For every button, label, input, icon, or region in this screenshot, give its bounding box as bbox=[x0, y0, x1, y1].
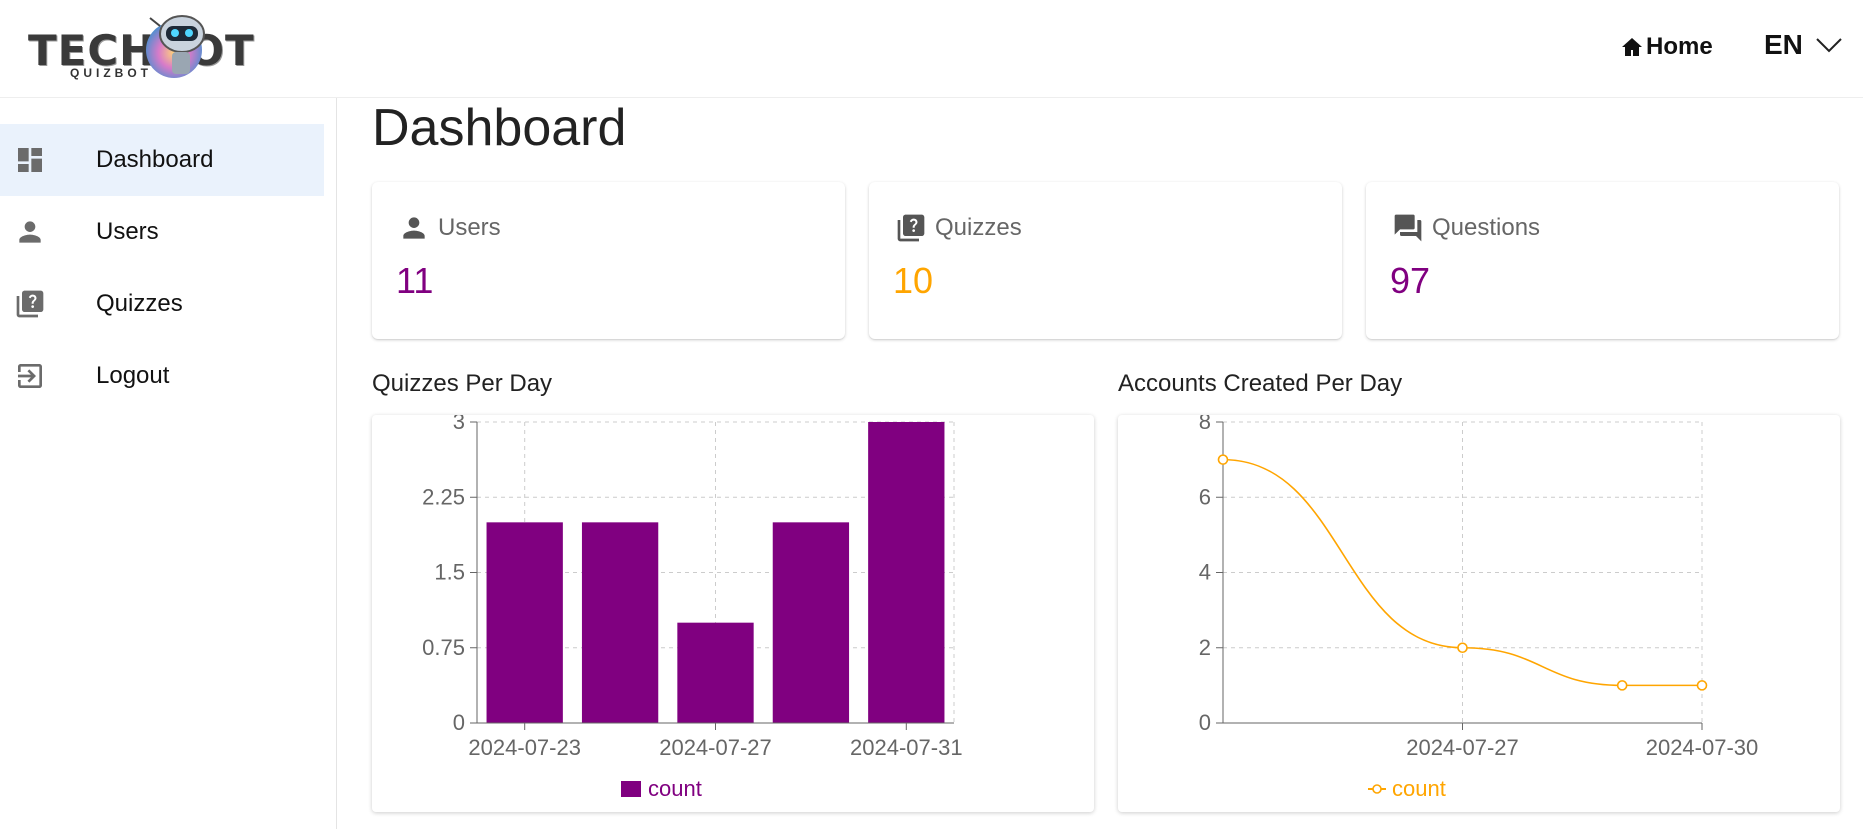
language-value: EN bbox=[1764, 29, 1803, 60]
stat-card-users: Users 11 bbox=[372, 182, 845, 339]
stat-label: Users bbox=[438, 214, 501, 241]
legend-label: count bbox=[1392, 776, 1446, 801]
sidebar-item-dashboard[interactable]: Dashboard bbox=[0, 124, 324, 196]
robot-logo-icon bbox=[146, 15, 205, 78]
language-select[interactable]: EN bbox=[1764, 28, 1843, 62]
bar bbox=[772, 522, 850, 723]
bar bbox=[486, 522, 563, 723]
bar bbox=[581, 522, 659, 723]
y-tick-label: 0.75 bbox=[422, 635, 465, 660]
bar bbox=[677, 622, 754, 723]
stat-card-questions: Questions 97 bbox=[1366, 182, 1839, 339]
logout-icon bbox=[14, 360, 46, 392]
logo[interactable]: TECHBOT QUIZBOT bbox=[26, 8, 254, 82]
line-chart-svg: 0 2 4 6 8 2024-07-27 2024-07-30 count bbox=[1199, 415, 1759, 801]
stat-value: 97 bbox=[1390, 260, 1431, 301]
sidebar-item-quizzes[interactable]: Quizzes bbox=[0, 268, 324, 340]
sidebar-item-label: Dashboard bbox=[96, 146, 214, 173]
forum-icon bbox=[1392, 212, 1424, 244]
sidebar-item-label: Users bbox=[96, 218, 159, 245]
quizzes-chart-title: Quizzes Per Day bbox=[372, 370, 553, 397]
dashboard-icon bbox=[14, 144, 46, 176]
legend-label: count bbox=[648, 776, 702, 801]
data-point bbox=[1616, 680, 1628, 691]
legend-marker bbox=[1372, 784, 1382, 794]
quizzes-per-day-chart: 0 0.75 1.5 2.25 3 2024-07-23 2024-07-27 2024-07… bbox=[372, 415, 1094, 812]
bar bbox=[868, 422, 945, 723]
x-tick-label: 2024-07-31 bbox=[850, 735, 963, 760]
accounts-chart-title: Accounts Created Per Day bbox=[1118, 370, 1403, 397]
stat-value: 10 bbox=[893, 260, 934, 301]
sidebar-item-label: Logout bbox=[96, 362, 170, 389]
y-tick-label: 4 bbox=[1199, 560, 1211, 585]
person-icon bbox=[398, 212, 430, 244]
sidebar-item-users[interactable]: Users bbox=[0, 196, 324, 268]
stat-card-quizzes: Quizzes 10 bbox=[869, 182, 1342, 339]
sidebar-item-label: Quizzes bbox=[96, 290, 183, 317]
stat-label: Questions bbox=[1432, 214, 1541, 241]
accounts-per-day-chart: 0 2 4 6 8 2024-07-27 2024-07-30 count bbox=[1118, 415, 1840, 812]
y-tick-label: 0 bbox=[453, 710, 465, 735]
quiz-icon bbox=[895, 212, 927, 244]
top-bar: TECHBOT QUIZBOT Home EN bbox=[0, 0, 1863, 98]
stat-value: 11 bbox=[396, 260, 434, 301]
data-point bbox=[1457, 642, 1468, 654]
legend-swatch bbox=[621, 781, 641, 797]
x-tick-label: 2024-07-27 bbox=[659, 735, 772, 760]
y-tick-label: 8 bbox=[1199, 415, 1211, 434]
x-tick-label: 2024-07-23 bbox=[468, 735, 581, 760]
bar-chart-svg: 0 0.75 1.5 2.25 3 2024-07-23 2024-07-27 2024-07… bbox=[422, 415, 963, 801]
stat-label: Quizzes bbox=[935, 214, 1022, 241]
y-tick-label: 3 bbox=[453, 415, 465, 434]
sidebar: Dashboard Users Quizzes Logout bbox=[0, 98, 337, 829]
page-title: Dashboard bbox=[372, 99, 627, 157]
chevron-down-icon bbox=[1816, 38, 1842, 53]
home-link-label: Home bbox=[1646, 33, 1713, 60]
home-link[interactable]: Home bbox=[1620, 32, 1713, 62]
sidebar-item-logout[interactable]: Logout bbox=[0, 340, 324, 412]
home-icon bbox=[1622, 38, 1642, 56]
y-tick-label: 0 bbox=[1199, 710, 1211, 735]
x-tick-label: 2024-07-30 bbox=[1646, 735, 1759, 760]
person-icon bbox=[14, 216, 46, 248]
data-point bbox=[1696, 680, 1708, 691]
data-point bbox=[1217, 454, 1229, 465]
quiz-icon bbox=[14, 288, 46, 320]
x-tick-label: 2024-07-27 bbox=[1406, 735, 1519, 760]
y-tick-label: 2 bbox=[1199, 635, 1211, 660]
y-tick-label: 1.5 bbox=[434, 560, 465, 585]
y-tick-label: 2.25 bbox=[422, 484, 465, 509]
y-tick-label: 6 bbox=[1199, 484, 1211, 509]
